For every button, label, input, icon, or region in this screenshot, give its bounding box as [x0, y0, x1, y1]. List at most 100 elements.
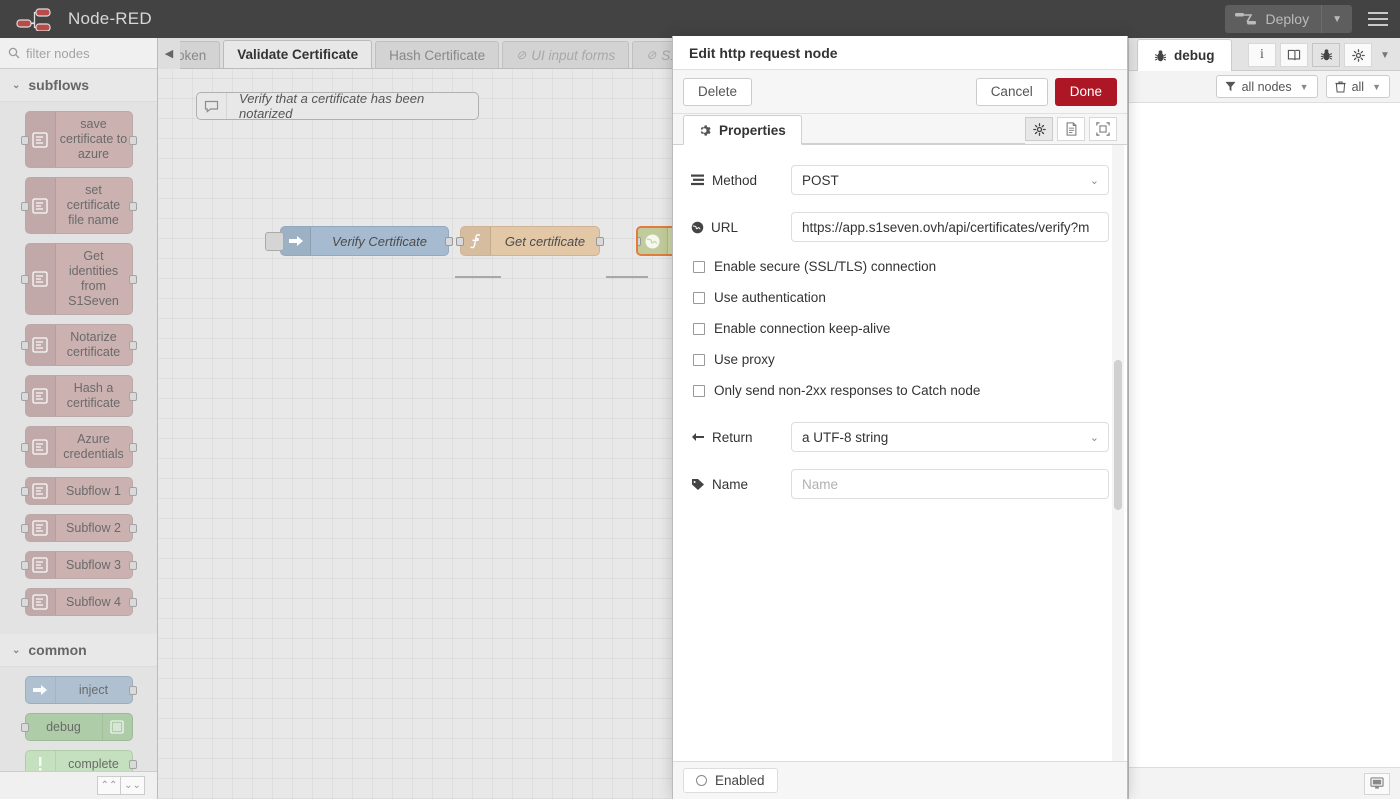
deploy-button[interactable]: Deploy ▼ — [1225, 5, 1353, 33]
delete-button[interactable]: Delete — [683, 78, 752, 106]
gear-icon — [699, 124, 712, 137]
node-input-port[interactable] — [21, 136, 29, 145]
checkbox-row-catch-node[interactable]: Only send non-2xx responses to Catch nod… — [691, 383, 1109, 398]
method-select[interactable]: POST — [791, 165, 1109, 195]
deploy-button-main[interactable]: Deploy — [1225, 5, 1323, 33]
node-output-port[interactable] — [129, 561, 137, 570]
palette-node-subflow-4[interactable]: Subflow 4 — [25, 588, 133, 616]
debug-filter-button[interactable]: all nodes ▼ — [1216, 75, 1318, 98]
node-input-port[interactable] — [21, 723, 29, 732]
node-input-port[interactable] — [21, 524, 29, 533]
deploy-dropdown-caret-icon[interactable]: ▼ — [1322, 14, 1352, 25]
url-input[interactable] — [791, 212, 1109, 242]
palette-node-azure-credentials[interactable]: Azure credentials — [25, 426, 133, 468]
debug-bug-icon[interactable] — [1312, 43, 1340, 67]
flow-tabs: oken Validate Certificate Hash Certifica… — [158, 40, 711, 68]
node-output-port[interactable] — [129, 598, 137, 607]
palette-node-subflow-1[interactable]: Subflow 1 — [25, 477, 133, 505]
canvas-node-verify-certificate[interactable]: Verify Certificate — [280, 226, 449, 256]
help-book-icon[interactable] — [1280, 43, 1308, 67]
node-output-port[interactable] — [129, 760, 137, 769]
flow-tab-validate-certificate[interactable]: Validate Certificate — [223, 40, 372, 68]
palette-node-notarize-certificate[interactable]: Notarize certificate — [25, 324, 133, 366]
node-input-port[interactable] — [21, 202, 29, 211]
main-menu-button[interactable] — [1356, 0, 1400, 38]
name-input[interactable] — [791, 469, 1109, 499]
node-output-port[interactable] — [129, 275, 137, 284]
checkbox-row-proxy[interactable]: Use proxy — [691, 352, 1109, 367]
cancel-button[interactable]: Cancel — [976, 78, 1048, 106]
node-input-port[interactable] — [21, 341, 29, 350]
dialog-body: Method POST ⌄ URL — [673, 145, 1127, 761]
node-output-port[interactable] — [129, 686, 137, 695]
ssl-checkbox[interactable] — [693, 261, 705, 273]
node-output-port[interactable] — [129, 202, 137, 211]
sidebar-more-chevron-down-icon[interactable]: ▼ — [1376, 50, 1394, 61]
filter-nodes-input[interactable] — [26, 46, 146, 61]
field-control-method: POST ⌄ — [791, 165, 1109, 195]
checkbox-row-authentication[interactable]: Use authentication — [691, 290, 1109, 305]
node-output-port[interactable] — [129, 136, 137, 145]
palette-node-subflow-3[interactable]: Subflow 3 — [25, 551, 133, 579]
node-output-port[interactable] — [129, 341, 137, 350]
canvas-node-comment[interactable]: Verify that a certificate has been notar… — [196, 92, 479, 120]
node-output-port[interactable] — [129, 443, 137, 452]
checkbox-label: Only send non-2xx responses to Catch nod… — [714, 383, 980, 398]
gear-icon[interactable] — [1025, 117, 1053, 141]
monitor-icon[interactable] — [1364, 773, 1390, 795]
node-selection-handle[interactable] — [265, 232, 284, 251]
node-input-port[interactable] — [21, 275, 29, 284]
dialog-scrollbar-thumb[interactable] — [1114, 360, 1122, 510]
node-input-port[interactable] — [21, 392, 29, 401]
appearance-icon[interactable] — [1089, 117, 1117, 141]
sidebar-footer — [1129, 767, 1400, 799]
node-input-port[interactable] — [456, 237, 464, 246]
palette-node-set-certificate-file-name[interactable]: set certificate file name — [25, 177, 133, 234]
done-button[interactable]: Done — [1055, 78, 1117, 106]
info-icon[interactable]: i — [1248, 43, 1276, 67]
node-input-port[interactable] — [21, 561, 29, 570]
keep-alive-checkbox[interactable] — [693, 323, 705, 335]
node-input-port[interactable] — [21, 598, 29, 607]
proxy-checkbox[interactable] — [693, 354, 705, 366]
checkbox-row-keep-alive[interactable]: Enable connection keep-alive — [691, 321, 1109, 336]
return-select[interactable]: a UTF-8 string — [791, 422, 1109, 452]
enabled-toggle-button[interactable]: Enabled — [683, 768, 778, 793]
chevron-double-up-icon[interactable]: ⌃⌃ — [97, 776, 121, 795]
debug-lines-icon — [102, 714, 132, 740]
description-icon[interactable] — [1057, 117, 1085, 141]
palette-node-save-certificate-to-azure[interactable]: save certificate to azure — [25, 111, 133, 168]
palette-node-hash-a-certificate[interactable]: Hash a certificate — [25, 375, 133, 417]
node-output-port[interactable] — [596, 237, 604, 246]
field-control-url — [791, 212, 1109, 242]
palette-category-common[interactable]: ⌄ common — [0, 634, 157, 667]
config-gear-icon[interactable] — [1344, 43, 1372, 67]
node-output-port[interactable] — [129, 487, 137, 496]
palette-node-inject[interactable]: inject — [25, 676, 133, 704]
tab-properties[interactable]: Properties — [683, 115, 802, 145]
authentication-checkbox[interactable] — [693, 292, 705, 304]
node-output-port[interactable] — [129, 392, 137, 401]
palette-node-debug[interactable]: debug — [25, 713, 133, 741]
catch-node-checkbox[interactable] — [693, 385, 705, 397]
node-input-port[interactable] — [636, 237, 641, 246]
checkbox-row-ssl[interactable]: Enable secure (SSL/TLS) connection — [691, 259, 1109, 274]
palette-node-subflow-2[interactable]: Subflow 2 — [25, 514, 133, 542]
app-header: Node-RED Deploy ▼ — [0, 0, 1400, 38]
debug-clear-button[interactable]: all ▼ — [1326, 75, 1390, 98]
node-input-port[interactable] — [21, 487, 29, 496]
node-output-port[interactable] — [445, 237, 453, 246]
debug-message-list[interactable] — [1129, 103, 1400, 767]
tab-scroll-left-button[interactable]: ◀ — [158, 38, 180, 69]
sidebar-tab-label: debug — [1174, 48, 1215, 63]
node-output-port[interactable] — [129, 524, 137, 533]
palette-node-get-identities-from-s1seven[interactable]: Get identities from S1Seven — [25, 243, 133, 315]
palette-category-subflows[interactable]: ⌄ subflows — [0, 69, 157, 102]
subflow-icon — [26, 589, 56, 615]
chevron-double-down-icon[interactable]: ⌄⌄ — [121, 776, 145, 795]
node-input-port[interactable] — [21, 443, 29, 452]
flow-tab-ui-input-forms[interactable]: ⊘ UI input forms — [502, 41, 629, 68]
canvas-node-get-certificate[interactable]: Get certificate — [460, 226, 600, 256]
sidebar-tab-debug[interactable]: debug — [1137, 39, 1232, 71]
flow-tab-hash-certificate[interactable]: Hash Certificate — [375, 41, 499, 68]
